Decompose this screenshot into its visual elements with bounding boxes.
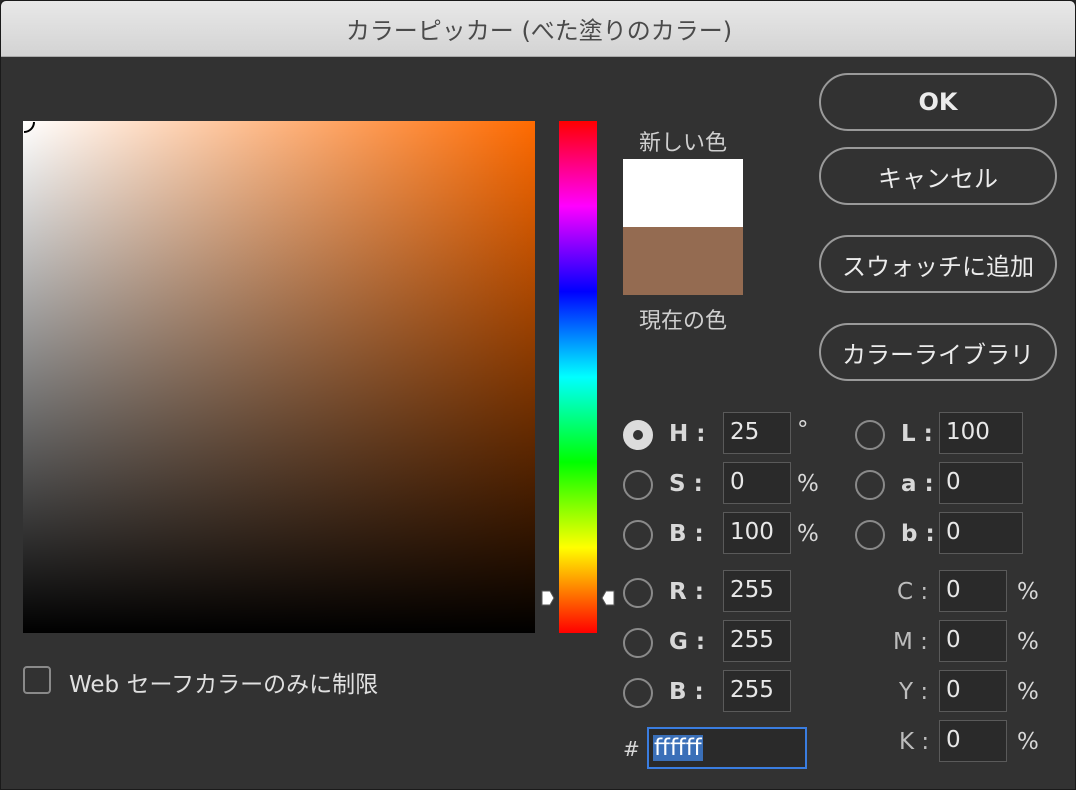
unit-c-percent: % — [1017, 579, 1039, 605]
input-g[interactable]: 255 — [723, 620, 791, 662]
label-m: M : — [893, 629, 928, 655]
input-m[interactable]: 0 — [939, 620, 1007, 662]
label-s: S : — [669, 471, 703, 497]
color-picker-dialog: カラーピッカー (べた塗りのカラー) 新しい色 現在の色 OK キャンセル スウ… — [0, 0, 1076, 790]
unit-k-percent: % — [1017, 729, 1039, 755]
label-g: G : — [669, 629, 706, 655]
unit-y-percent: % — [1017, 679, 1039, 705]
radio-lab-b[interactable] — [855, 520, 885, 550]
current-color-label: 現在の色 — [638, 309, 727, 334]
add-to-swatches-button[interactable]: スウォッチに追加 — [819, 235, 1057, 293]
unit-b-percent: % — [797, 521, 819, 547]
radio-r[interactable] — [623, 578, 653, 608]
label-h: H : — [669, 421, 706, 447]
radio-l[interactable] — [855, 420, 885, 450]
label-a: a : — [901, 471, 934, 497]
label-r: R : — [669, 579, 704, 605]
label-lab-b: b : — [901, 521, 935, 547]
input-y[interactable]: 0 — [939, 670, 1007, 712]
radio-g[interactable] — [623, 628, 653, 658]
input-r[interactable]: 255 — [723, 570, 791, 612]
web-safe-label[interactable]: Web セーフカラーのみに制限 — [69, 665, 378, 699]
radio-a[interactable] — [855, 470, 885, 500]
input-b[interactable]: 100 — [723, 512, 791, 554]
input-k[interactable]: 0 — [939, 720, 1007, 762]
cancel-button[interactable]: キャンセル — [819, 147, 1057, 205]
label-y: Y : — [899, 679, 929, 705]
radio-b[interactable] — [623, 520, 653, 550]
hex-value: ffffff — [653, 735, 703, 761]
label-c: C : — [897, 579, 929, 605]
input-rgb-b[interactable]: 255 — [723, 670, 791, 712]
radio-rgb-b[interactable] — [623, 678, 653, 708]
input-lab-b[interactable]: 0 — [939, 512, 1023, 554]
color-libraries-button[interactable]: カラーライブラリ — [819, 323, 1057, 381]
hue-slider-right-arrow-icon[interactable] — [601, 590, 615, 606]
input-c[interactable]: 0 — [939, 570, 1007, 612]
unit-degree: ° — [797, 417, 809, 443]
window-title: カラーピッカー (べた塗りのカラー) — [345, 17, 733, 45]
unit-m-percent: % — [1017, 629, 1039, 655]
new-color-swatch — [623, 159, 743, 227]
input-a[interactable]: 0 — [939, 462, 1023, 504]
input-h[interactable]: 25 — [723, 412, 791, 454]
hue-slider[interactable] — [559, 121, 597, 633]
hue-slider-left-arrow-icon[interactable] — [541, 590, 555, 606]
current-color-swatch[interactable] — [623, 227, 743, 295]
hex-label: # — [623, 737, 640, 761]
input-l[interactable]: 100 — [939, 412, 1023, 454]
label-l: L : — [901, 421, 933, 447]
label-rgb-b: B : — [669, 679, 704, 705]
color-field-marker[interactable] — [24, 122, 35, 133]
color-field[interactable] — [23, 121, 535, 633]
radio-s[interactable] — [623, 470, 653, 500]
radio-h[interactable] — [623, 420, 653, 450]
web-safe-checkbox[interactable] — [23, 666, 51, 694]
new-color-label: 新しい色 — [638, 131, 727, 156]
title-bar[interactable]: カラーピッカー (べた塗りのカラー) — [1, 1, 1075, 57]
label-k: K : — [899, 729, 930, 755]
unit-s-percent: % — [797, 471, 819, 497]
ok-button[interactable]: OK — [819, 73, 1057, 131]
hex-input[interactable]: ffffff — [647, 727, 807, 769]
input-s[interactable]: 0 — [723, 462, 791, 504]
label-b: B : — [669, 521, 704, 547]
